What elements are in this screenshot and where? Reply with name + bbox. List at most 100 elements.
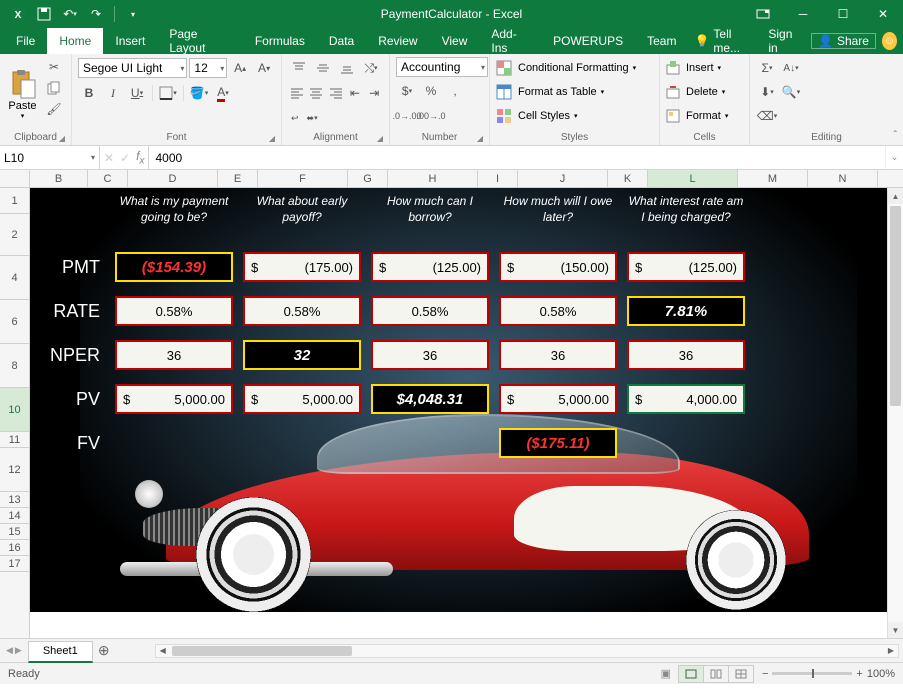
decrease-decimal-button[interactable]: .00→.0 <box>420 106 442 126</box>
scroll-up-arrow[interactable]: ▲ <box>888 188 903 204</box>
paste-button[interactable]: Paste ▾ <box>6 57 39 130</box>
align-middle-button[interactable] <box>312 58 334 78</box>
name-box[interactable]: L10▾ <box>0 146 100 169</box>
cell-nper-4[interactable]: 36 <box>499 340 617 370</box>
cell-pmt-3[interactable]: $(125.00) <box>371 252 489 282</box>
clipboard-dialog-launcher[interactable]: ◢ <box>59 134 65 143</box>
tab-page-layout[interactable]: Page Layout <box>157 28 242 54</box>
number-dialog-launcher[interactable]: ◢ <box>477 134 483 143</box>
align-right-button[interactable] <box>327 83 344 103</box>
row-header-2[interactable]: 2 <box>0 214 29 256</box>
col-header-G[interactable]: G <box>348 170 388 187</box>
qat-undo-button[interactable]: ↶▾ <box>60 4 80 24</box>
col-header-L[interactable]: L <box>648 170 738 187</box>
close-button[interactable]: ✕ <box>863 0 903 28</box>
align-left-button[interactable] <box>288 83 305 103</box>
font-color-button[interactable]: A▾ <box>212 83 234 103</box>
number-format-combo[interactable]: Accounting▾ <box>396 57 488 77</box>
row-header-11[interactable]: 11 <box>0 432 29 448</box>
select-all-corner[interactable] <box>0 170 30 187</box>
underline-button[interactable]: U▾ <box>126 83 148 103</box>
sheet-tab-sheet1[interactable]: Sheet1 <box>28 641 93 663</box>
minimize-button[interactable]: ─ <box>783 0 823 28</box>
enter-formula-button[interactable]: ✓ <box>120 151 130 165</box>
sign-in-button[interactable]: Sign in <box>762 27 805 55</box>
decrease-indent-button[interactable]: ⇤ <box>346 83 363 103</box>
wrap-text-button[interactable]: ↩ <box>288 108 302 128</box>
new-sheet-button[interactable]: ⊕ <box>93 640 115 662</box>
tab-powerups[interactable]: POWERUPS <box>541 28 635 54</box>
cell-pv-3[interactable]: $4,048.31 <box>371 384 489 414</box>
maximize-button[interactable]: ☐ <box>823 0 863 28</box>
row-header-8[interactable]: 8 <box>0 344 29 388</box>
conditional-formatting-button[interactable]: Conditional Formatting▾ <box>496 57 653 79</box>
tab-formulas[interactable]: Formulas <box>243 28 317 54</box>
find-select-button[interactable]: 🔍▾ <box>780 82 802 102</box>
cell-rate-2[interactable]: 0.58% <box>243 296 361 326</box>
percent-format-button[interactable]: % <box>420 81 442 101</box>
grow-font-button[interactable]: A▴ <box>229 58 251 78</box>
qat-customize-button[interactable]: ▾ <box>123 4 143 24</box>
fill-color-button[interactable]: 🪣▾ <box>188 83 210 103</box>
cell-pv-1[interactable]: $5,000.00 <box>115 384 233 414</box>
cells-area[interactable]: What is my payment going to be? What abo… <box>30 188 887 638</box>
align-bottom-button[interactable] <box>336 58 358 78</box>
comma-format-button[interactable]: , <box>444 81 466 101</box>
row-header-14[interactable]: 14 <box>0 508 29 524</box>
bold-button[interactable]: B <box>78 83 100 103</box>
row-header-4[interactable]: 4 <box>0 256 29 300</box>
col-header-J[interactable]: J <box>518 170 608 187</box>
tab-file[interactable]: File <box>4 28 47 54</box>
autosum-button[interactable]: Σ▾ <box>756 58 778 78</box>
increase-decimal-button[interactable]: .0→.00 <box>396 106 418 126</box>
border-button[interactable]: ▾ <box>157 83 179 103</box>
cell-fv-4[interactable]: ($175.11) <box>499 428 617 458</box>
italic-button[interactable]: I <box>102 83 124 103</box>
col-header-K[interactable]: K <box>608 170 648 187</box>
format-painter-button[interactable]: 🖌 <box>43 99 65 119</box>
align-center-button[interactable] <box>307 83 324 103</box>
expand-formula-bar-button[interactable]: ⌄ <box>885 146 903 169</box>
fill-button[interactable]: ⬇▾ <box>756 82 778 102</box>
cell-pv-4[interactable]: $5,000.00 <box>499 384 617 414</box>
col-header-E[interactable]: E <box>218 170 258 187</box>
normal-view-button[interactable] <box>678 665 704 683</box>
alignment-dialog-launcher[interactable]: ◢ <box>377 134 383 143</box>
col-header-B[interactable]: B <box>30 170 88 187</box>
copy-button[interactable] <box>43 78 65 98</box>
delete-cells-button[interactable]: Delete▾ <box>666 81 743 103</box>
accounting-format-button[interactable]: $▾ <box>396 81 418 101</box>
zoom-in-button[interactable]: + <box>856 668 862 680</box>
row-header-13[interactable]: 13 <box>0 492 29 508</box>
merge-button[interactable]: ⬌▾ <box>304 108 321 128</box>
cell-pv-2[interactable]: $5,000.00 <box>243 384 361 414</box>
tab-team[interactable]: Team <box>635 28 688 54</box>
format-cells-button[interactable]: Format▾ <box>666 105 743 127</box>
row-header-1[interactable]: 1 <box>0 188 29 214</box>
col-header-F[interactable]: F <box>258 170 348 187</box>
zoom-level[interactable]: 100% <box>867 668 895 680</box>
row-header-17[interactable]: 17 <box>0 556 29 572</box>
zoom-out-button[interactable]: − <box>762 668 768 680</box>
cancel-formula-button[interactable]: ✕ <box>104 151 114 165</box>
cell-rate-1[interactable]: 0.58% <box>115 296 233 326</box>
row-header-10[interactable]: 10 <box>0 388 29 432</box>
cell-pmt-4[interactable]: $(150.00) <box>499 252 617 282</box>
col-header-M[interactable]: M <box>738 170 808 187</box>
hscroll-thumb[interactable] <box>172 646 352 656</box>
macro-record-button[interactable]: ▣ <box>661 667 671 680</box>
align-top-button[interactable] <box>288 58 310 78</box>
row-header-12[interactable]: 12 <box>0 448 29 492</box>
hscroll-left[interactable]: ◀ <box>156 646 170 655</box>
vscroll-thumb[interactable] <box>890 206 901 406</box>
row-header-15[interactable]: 15 <box>0 524 29 540</box>
tab-data[interactable]: Data <box>317 28 366 54</box>
row-header-16[interactable]: 16 <box>0 540 29 556</box>
tab-home[interactable]: Home <box>47 28 103 54</box>
insert-function-button[interactable]: fx <box>136 149 144 166</box>
font-size-combo[interactable]: 12▾ <box>189 58 227 78</box>
hscroll-right[interactable]: ▶ <box>884 646 898 655</box>
feedback-button[interactable]: ☺ <box>882 32 897 50</box>
col-header-C[interactable]: C <box>88 170 128 187</box>
tell-me-button[interactable]: 💡Tell me... <box>688 27 756 55</box>
